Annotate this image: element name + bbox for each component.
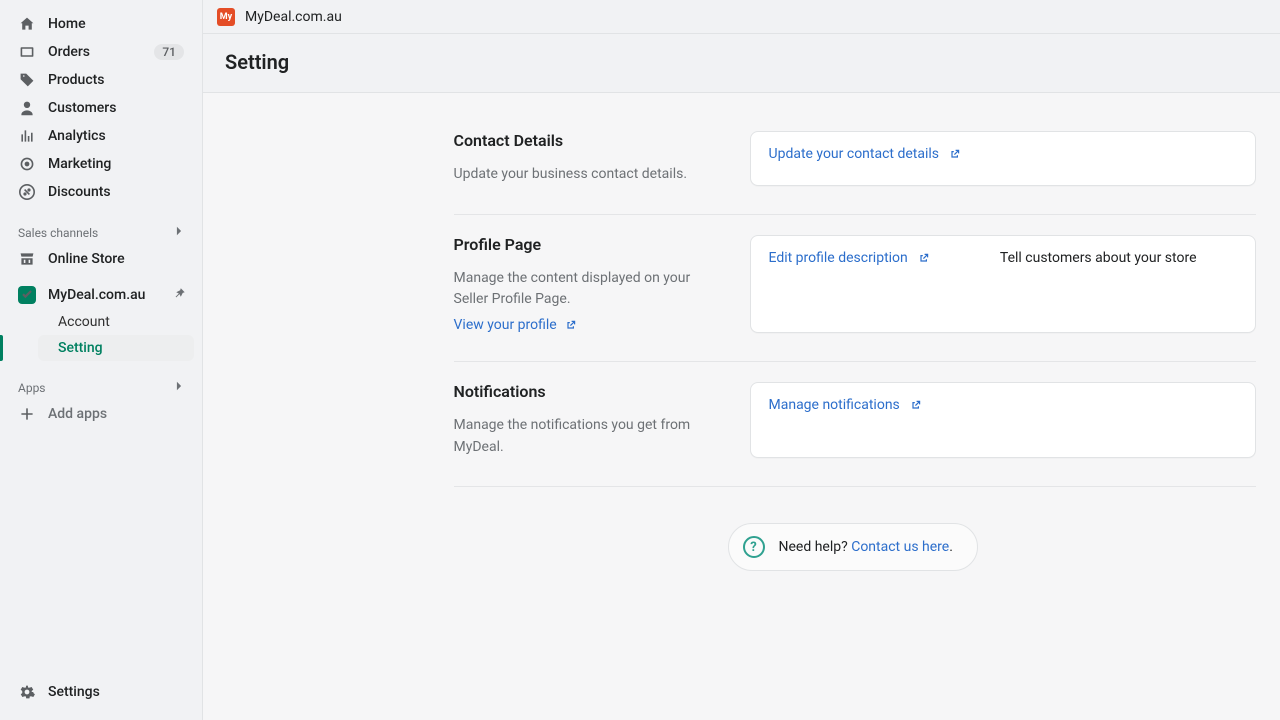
sidebar-item-online-store[interactable]: Online Store [8,245,194,273]
section-contact-details: Contact Details Update your business con… [454,111,1256,215]
analytics-icon [18,127,36,145]
subnav-label: Setting [58,340,184,356]
sidebar-item-label: Home [48,16,184,32]
content: Contact Details Update your business con… [203,93,1280,720]
target-icon [18,155,36,173]
section-description: Update your business contact details. [454,164,700,186]
section-title: Contact Details [454,131,700,150]
mydeal-subnav: Account Setting [8,309,194,361]
sidebar-item-label: Products [48,72,184,88]
topbar: My MyDeal.com.au [203,0,1280,34]
sidebar-item-label: Online Store [48,251,184,267]
section-header: Notifications Manage the notifications y… [454,382,700,458]
sidebar-item-home[interactable]: Home [8,10,194,38]
apps-heading[interactable]: Apps [0,361,202,400]
pin-icon[interactable] [173,287,186,304]
section-heading-label: Apps [18,381,46,395]
person-icon [18,99,36,117]
external-link-icon [949,148,961,160]
gear-icon [18,683,36,701]
sidebar-item-customers[interactable]: Customers [8,94,194,122]
sidebar-item-mydeal[interactable]: MyDeal.com.au [8,281,194,309]
sidebar-item-label: Add apps [48,406,184,422]
help-icon: ? [743,536,765,558]
subnav-label: Account [58,314,184,330]
store-icon [18,250,36,268]
help-callout: ? Need help? Contact us here. [728,523,978,571]
section-header: Contact Details Update your business con… [454,131,700,186]
link-label: Edit profile description [769,250,908,266]
view-profile-link[interactable]: View your profile [454,317,577,333]
sidebar-item-label: MyDeal.com.au [48,287,184,303]
mydeal-logo-icon: My [217,8,235,26]
chevron-right-icon [172,224,186,241]
notifications-card: Manage notifications [750,382,1256,458]
nav-apps: Add apps [0,400,202,428]
sidebar-item-analytics[interactable]: Analytics [8,122,194,150]
app-name: MyDeal.com.au [245,9,342,25]
link-label: Update your contact details [769,146,940,162]
sidebar-item-label: Orders [48,44,142,60]
manage-notifications-link[interactable]: Manage notifications [769,397,922,413]
profile-card: Edit profile description Tell customers … [750,235,1256,333]
section-notifications: Notifications Manage the notifications y… [454,362,1256,487]
sidebar-item-orders[interactable]: Orders 71 [8,38,194,66]
orders-count-badge: 71 [154,44,184,60]
discount-icon [18,183,36,201]
contact-us-link[interactable]: Contact us here [851,539,949,555]
contact-card: Update your contact details [750,131,1256,186]
section-title: Profile Page [454,235,700,254]
link-label: Manage notifications [769,397,900,413]
subnav-account[interactable]: Account [38,309,194,335]
subnav-setting[interactable]: Setting [38,335,194,361]
page-title: Setting [225,50,1258,74]
section-profile-page: Profile Page Manage the content displaye… [454,215,1256,362]
help-suffix: . [949,539,953,555]
sidebar-item-marketing[interactable]: Marketing [8,150,194,178]
mydeal-app-icon [18,286,36,304]
section-heading-label: Sales channels [18,226,98,240]
sales-channels-heading[interactable]: Sales channels [0,206,202,245]
update-contact-link[interactable]: Update your contact details [769,146,962,162]
main: My MyDeal.com.au Setting Contact Details… [203,0,1280,720]
profile-card-desc: Tell customers about your store [1000,250,1197,266]
plus-icon [18,405,36,423]
sidebar-item-label: Analytics [48,128,184,144]
external-link-icon [918,252,930,264]
tag-icon [18,71,36,89]
section-description: Manage the content displayed on your Sel… [454,268,700,311]
sidebar-item-add-apps[interactable]: Add apps [8,400,194,428]
sidebar: Home Orders 71 Products Customers [0,0,203,720]
section-title: Notifications [454,382,700,401]
settings-wrap: Contact Details Update your business con… [228,105,1256,571]
help-text: Need help? Contact us here. [779,539,953,555]
section-description: Manage the notifications you get from My… [454,415,700,458]
sidebar-item-label: Settings [48,684,184,700]
external-link-icon [910,399,922,411]
external-link-icon [565,319,577,331]
link-label: View your profile [454,317,557,333]
help-prefix: Need help? [779,539,852,555]
inbox-icon [18,43,36,61]
sidebar-item-settings[interactable]: Settings [8,678,194,706]
page-header: Setting [203,34,1280,93]
sidebar-item-label: Customers [48,100,184,116]
sidebar-item-label: Discounts [48,184,184,200]
chevron-right-icon [172,379,186,396]
sidebar-item-discounts[interactable]: Discounts [8,178,194,206]
edit-profile-link[interactable]: Edit profile description [769,250,930,266]
sidebar-bottom: Settings [0,678,202,720]
sidebar-item-label: Marketing [48,156,184,172]
sidebar-item-products[interactable]: Products [8,66,194,94]
nav-channels: Online Store MyDeal.com.au Account Setti… [0,245,202,361]
section-header: Profile Page Manage the content displaye… [454,235,700,333]
nav-primary: Home Orders 71 Products Customers [0,10,202,206]
home-icon [18,15,36,33]
